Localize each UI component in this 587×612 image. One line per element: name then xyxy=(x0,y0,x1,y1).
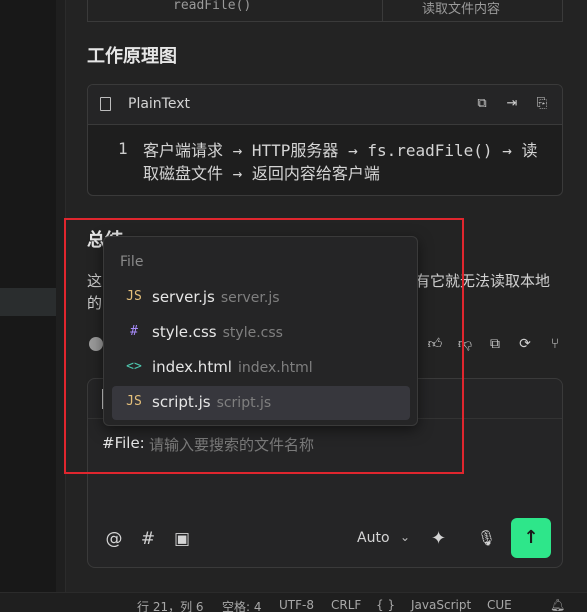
code-block-header: PlainText ⧉ ⇥ ⎘ xyxy=(88,85,562,125)
table-cell-method: readFile() xyxy=(173,0,252,13)
mention-icon[interactable]: @ xyxy=(104,529,124,549)
sparkle-icon[interactable]: ✦ xyxy=(431,528,446,549)
hash-icon[interactable]: # xyxy=(138,529,158,549)
status-spaces[interactable]: 空格: 4 xyxy=(222,598,262,612)
mode-select[interactable]: Auto xyxy=(357,530,390,546)
line-number: 1 xyxy=(118,139,128,158)
status-encoding[interactable]: UTF-8 xyxy=(279,598,314,612)
explorer-selected-row[interactable] xyxy=(0,288,56,316)
table-divider xyxy=(382,0,383,22)
table-fragment: readFile() 读取文件内容 xyxy=(87,0,563,22)
status-eol[interactable]: CRLF xyxy=(331,598,361,612)
new-file-icon[interactable]: ⎘ xyxy=(534,96,550,112)
table-cell-desc: 读取文件内容 xyxy=(422,2,501,17)
insert-icon[interactable]: ⇥ xyxy=(504,96,520,112)
status-bar: 行 21，列 6 空格: 4 UTF-8 CRLF { } JavaScript… xyxy=(0,592,587,612)
chevron-down-icon[interactable]: ⌄ xyxy=(400,530,410,544)
status-language[interactable]: JavaScript xyxy=(411,598,471,612)
highlight-box xyxy=(64,218,464,474)
microphone-icon[interactable]: 🎙︎ xyxy=(477,529,496,547)
bell-icon[interactable]: 🔔︎ xyxy=(550,598,565,612)
branch-icon[interactable]: ⑂ xyxy=(544,334,566,354)
code-block: PlainText ⧉ ⇥ ⎘ 1 客户端请求 → HTTP服务器 → fs.r… xyxy=(87,84,563,196)
code-language: PlainText xyxy=(128,96,190,112)
file-icon xyxy=(100,97,111,111)
status-extra[interactable]: CUE xyxy=(487,598,512,612)
status-position[interactable]: 行 21，列 6 xyxy=(137,598,204,612)
copy-icon[interactable]: ⧉ xyxy=(484,334,506,354)
explorer-strip xyxy=(0,0,56,592)
code-line: 客户端请求 → HTTP服务器 → fs.readFile() → 读取磁盘文件… xyxy=(143,141,538,183)
input-tools: @ # ▣ xyxy=(104,529,192,549)
copy-icon[interactable]: ⧉ xyxy=(474,96,490,112)
send-button[interactable]: ↑ xyxy=(511,518,551,558)
image-icon[interactable]: ▣ xyxy=(172,529,192,549)
retry-icon[interactable]: ⟳ xyxy=(514,334,536,354)
status-braces[interactable]: { } xyxy=(376,598,395,612)
principle-heading: 工作原理图 xyxy=(87,46,177,67)
